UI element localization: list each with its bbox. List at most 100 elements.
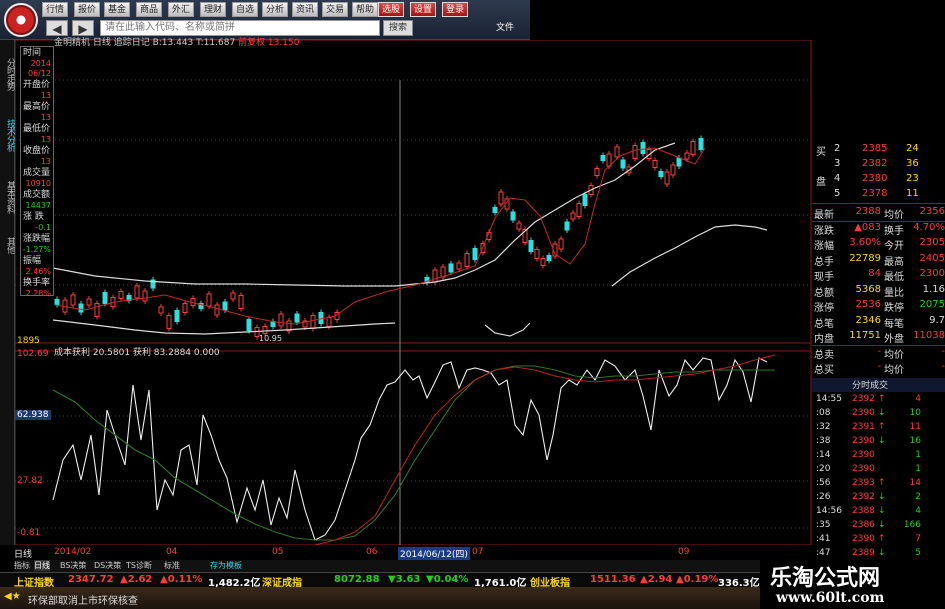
toolbar-button[interactable]: 自选: [232, 2, 259, 17]
sh-index-pct: ▲0.11%: [160, 574, 203, 585]
candle-body: [576, 203, 582, 217]
tab-technical[interactable]: 技术分析: [0, 104, 15, 166]
toolbar-button[interactable]: 基金: [104, 2, 131, 17]
stat-value: -: [941, 345, 945, 357]
stat-value: -: [877, 361, 881, 372]
tick-price: 2388: [852, 505, 875, 516]
news-headline[interactable]: 环保部取消上市环保核查: [28, 592, 138, 607]
quote-stat-row: 总额 5368 量比 1.16: [812, 283, 945, 299]
quote-stat-row: 总手 22789 最高 2405: [812, 252, 945, 268]
indicator-white-line: [52, 357, 768, 541]
stat-label: 外盘: [884, 334, 904, 345]
sh-index-value: 2347.72: [68, 574, 114, 585]
toolbar-button[interactable]: 选股: [378, 2, 405, 17]
toolbar-button[interactable]: 报价: [74, 2, 101, 17]
search-input[interactable]: 请在此输入代码、名称或简拼: [100, 20, 380, 36]
candle-body: [318, 312, 324, 324]
file-menu[interactable]: 文件: [496, 20, 514, 33]
ticks-header: 分时成交: [812, 377, 945, 392]
candle-body: [684, 152, 690, 160]
tab-intraday[interactable]: 分时走势: [0, 44, 15, 104]
info-value: 14437: [25, 201, 51, 210]
tick-price: 2390: [852, 533, 875, 544]
stat-value: 22789: [849, 252, 881, 264]
candle-body: [564, 221, 570, 231]
tab-fundamentals[interactable]: 基本资料: [0, 166, 15, 228]
bid-level: 5: [834, 188, 841, 199]
stat-label: 换手: [884, 225, 904, 237]
candle-body: [570, 212, 576, 220]
search-button[interactable]: 搜索: [383, 20, 413, 36]
candle-body: [54, 299, 60, 305]
date-tick: 05: [272, 547, 284, 557]
indicator-tab[interactable]: TS诊断: [126, 560, 152, 571]
candle-body: [78, 303, 84, 313]
tick-direction: ↑: [878, 421, 886, 432]
stat-value: 4.70%: [913, 221, 945, 233]
info-value: -0.1: [35, 223, 51, 232]
news-ticker[interactable]: ◀★ 环保部取消上市环保核查: [0, 587, 760, 609]
bid-row: 3 2382 36: [812, 157, 945, 173]
toolbar-button[interactable]: 理财: [200, 2, 227, 17]
toolbar-button[interactable]: 分析: [262, 2, 289, 17]
kline-chart[interactable]: 10.95: [15, 40, 812, 545]
tick-row: :20 2390 1: [812, 464, 945, 478]
tick-time: :14: [816, 449, 831, 460]
forward-arrow-icon[interactable]: ▶: [72, 20, 94, 36]
info-label: 开盘价: [23, 80, 51, 90]
bid-level: 4: [834, 173, 841, 184]
bid-level: 3: [834, 158, 841, 169]
tick-direction: ↓: [878, 505, 886, 516]
tick-volume: 166: [903, 519, 921, 530]
info-label: 成交量: [23, 168, 51, 178]
stat-value: 11751: [849, 330, 881, 341]
candle-body: [600, 155, 606, 161]
toolbar-button[interactable]: 交易: [322, 2, 349, 17]
candle-body: [432, 269, 438, 283]
stat-label: 现手: [814, 272, 834, 283]
toolbar-button[interactable]: 设置: [410, 2, 437, 17]
toolbar-button[interactable]: 帮助: [352, 2, 379, 17]
indicator-tab[interactable]: 存为模板: [210, 560, 242, 571]
candle-body: [262, 326, 268, 334]
indicator-tab[interactable]: 指标: [14, 560, 30, 571]
indicator-tab[interactable]: BS决策: [60, 560, 86, 571]
stat-value: 1.16: [922, 283, 945, 295]
indicator-green-line: [52, 365, 775, 541]
back-arrow-icon[interactable]: ◀: [46, 20, 68, 36]
toolbar-button[interactable]: 登录: [442, 2, 469, 17]
order-book-panel: 买 2 2385 24 3 2382 36 盘 4 2380 23 5 2378 11 最新 2388 均价 23…: [812, 140, 945, 586]
candle-body: [464, 253, 470, 267]
indicator-title: 成本获利 20.5801 获利 83.2884 0.000: [54, 348, 220, 358]
toolbar-button[interactable]: 行情: [42, 2, 69, 17]
candle-body: [472, 248, 478, 260]
stat-value: 2356: [919, 206, 945, 217]
date-axis: 日线 2014/02 04 05 06 2014/06/12(四) 07 09: [14, 547, 812, 560]
indicator-tab[interactable]: DS决策: [94, 560, 121, 571]
toolbar-button[interactable]: 商品: [136, 2, 163, 17]
tick-time: 14:56: [816, 505, 842, 516]
sz-index-change: ▼3.63: [388, 574, 421, 585]
candle-body: [676, 157, 682, 167]
chart-header: 金明精机 日线 追踪日记 B:13.443 T:11.687 前复权 13.15…: [54, 35, 299, 48]
stat-label: 总买: [814, 365, 834, 376]
quote-stat-row: 涨幅 3.60% 今开 2305: [812, 236, 945, 252]
stat-label: 均价: [884, 365, 904, 376]
stat-value: 2346: [855, 314, 881, 326]
stat-value: 2388: [855, 206, 881, 217]
toolbar-button[interactable]: 资讯: [292, 2, 319, 17]
tick-time: :20: [816, 463, 831, 474]
quote-stat-row: 总买 - 均价 -: [812, 360, 945, 376]
toolbar-button[interactable]: 外汇: [168, 2, 195, 17]
indicator-tab[interactable]: 标准: [164, 560, 180, 571]
tick-row: :08 2390 ↓ 10: [812, 408, 945, 422]
tab-other[interactable]: 其他: [0, 230, 15, 260]
candle-body: [238, 295, 244, 309]
stat-value: 2075: [919, 299, 945, 310]
tick-volume: 4: [915, 393, 921, 404]
stat-value: 2300: [919, 268, 945, 279]
indicator-tab[interactable]: 日线: [34, 560, 50, 571]
candle-body: [142, 290, 148, 302]
tick-volume: 10: [909, 407, 921, 418]
period-label[interactable]: 日线: [14, 547, 32, 560]
